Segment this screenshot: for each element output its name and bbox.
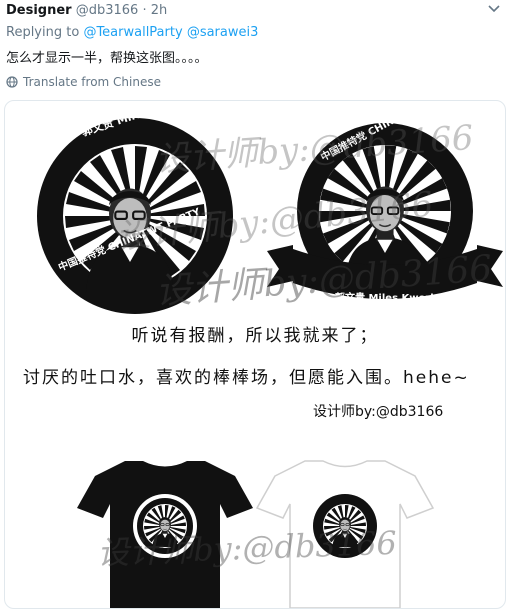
globe-icon: [6, 76, 18, 88]
mention-link[interactable]: @TearwallParty: [83, 25, 182, 40]
reply-prefix: Replying to: [6, 25, 80, 40]
designer-signature: 设计师by:@db3166: [313, 404, 444, 420]
reply-context: Replying to @TearwallParty @sarawei3: [6, 25, 258, 40]
tweet-header: Designer @db3166 · 2h: [6, 3, 503, 21]
tweet-text: 怎么才显示一半，帮换这张图。。。。: [6, 51, 208, 66]
caption-line-2: 讨厌的吐口水，喜欢的棒棒场，但愿能入围。hehe~: [23, 368, 470, 388]
mention-link[interactable]: @sarawei3: [187, 25, 259, 40]
separator-dot: ·: [142, 3, 147, 18]
author-handle[interactable]: @db3166: [76, 3, 139, 18]
author-name[interactable]: Designer: [6, 3, 72, 18]
chevron-down-icon[interactable]: [487, 2, 501, 16]
translate-button[interactable]: Translate from Chinese: [6, 75, 161, 89]
timestamp[interactable]: 2h: [151, 3, 168, 18]
translate-label: Translate from Chinese: [23, 75, 161, 89]
tweet-media-image[interactable]: 郭文贵 Miles Kwork 中国推特党 CHINATWT PARTY 中国推…: [4, 100, 506, 609]
caption-line-1: 听说有报酬，所以我就来了；: [131, 326, 379, 346]
